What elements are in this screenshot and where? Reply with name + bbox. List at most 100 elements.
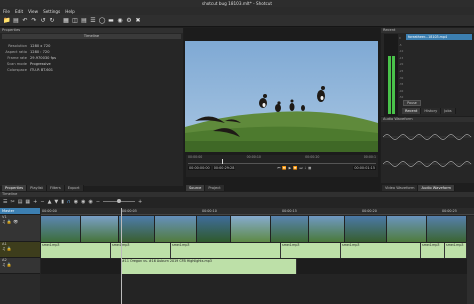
- redo-icon[interactable]: ↻: [48, 17, 56, 25]
- tab-audio-waveform[interactable]: Audio Waveform: [418, 185, 456, 191]
- tab-jobs[interactable]: Jobs: [441, 108, 456, 114]
- track-a1-controls[interactable]: ♫ 🔒: [2, 246, 40, 251]
- track-v1[interactable]: V1 ♫ 🔒 👁: [0, 215, 40, 242]
- v1-clip[interactable]: [119, 216, 155, 242]
- menu-view[interactable]: View: [28, 9, 38, 14]
- v1-clip[interactable]: [197, 216, 231, 242]
- a1-clips: sme4.mp3 sme4.mp3 sme4.mp3 sme4.mp3 sme4…: [41, 243, 467, 258]
- redo-icon[interactable]: ↷: [30, 17, 38, 25]
- timecode-right[interactable]: 00:00:01:15: [353, 166, 376, 170]
- undo-icon[interactable]: ↺: [39, 17, 47, 25]
- fast-forward-icon[interactable]: ⏩: [293, 166, 297, 170]
- tab-video-waveform[interactable]: Video Waveform: [382, 185, 419, 191]
- export-icon[interactable]: ✖: [134, 17, 142, 25]
- menu-help[interactable]: Help: [65, 9, 75, 14]
- playlist-icon[interactable]: ☰: [89, 17, 97, 25]
- tab-properties[interactable]: Properties: [2, 185, 28, 191]
- skip-start-icon[interactable]: ⏮: [277, 166, 280, 170]
- tab-source[interactable]: Source: [186, 185, 206, 191]
- track-v1-controls[interactable]: ♫ 🔒 👁: [2, 219, 40, 224]
- play-icon[interactable]: ▶: [289, 166, 292, 170]
- v1-clip[interactable]: [387, 216, 427, 242]
- recent-tabs: Recent History Jobs: [402, 108, 456, 114]
- timeline-icon[interactable]: ▬: [107, 17, 115, 25]
- a1-clip[interactable]: sme4.mp3: [421, 243, 445, 258]
- a1-clip[interactable]: sme4.mp3: [171, 243, 281, 258]
- v1-clip[interactable]: [81, 216, 119, 242]
- timeline-playhead[interactable]: [121, 208, 122, 304]
- a1-clip[interactable]: sme4.mp3: [341, 243, 421, 258]
- zoom-out-icon[interactable]: −: [96, 199, 100, 205]
- a1-clip[interactable]: sme4.mp3: [111, 243, 171, 258]
- lift-icon[interactable]: ▲: [48, 199, 52, 205]
- menu-file[interactable]: File: [3, 9, 10, 14]
- track-a2[interactable]: A2 ♫ 🔒: [0, 258, 40, 274]
- ripple-icon[interactable]: ◉: [81, 199, 85, 205]
- tab-export[interactable]: Export: [64, 185, 84, 191]
- recent-file-item[interactable]: foreatheer...18103.mp4: [406, 34, 472, 40]
- menu-settings[interactable]: Settings: [43, 9, 60, 14]
- open-icon[interactable]: 📁: [3, 17, 11, 25]
- menu-edit[interactable]: Edit: [15, 9, 23, 14]
- history-icon[interactable]: ◯: [98, 17, 106, 25]
- player-scrubber[interactable]: [188, 159, 376, 164]
- a1-clip[interactable]: sme4.mp3: [445, 243, 467, 258]
- scrub-icon[interactable]: ◉: [74, 199, 78, 205]
- tab-filters[interactable]: Filters: [46, 185, 65, 191]
- tab-project[interactable]: Project: [205, 185, 225, 191]
- meter-right-bar: [392, 56, 395, 114]
- track-a1[interactable]: A1 ♫ 🔒: [0, 242, 40, 258]
- a2-clips: #11 Oregon vs. #16 Auburn 2019 CFB Highl…: [41, 259, 467, 274]
- encode-icon[interactable]: ⚙: [125, 17, 133, 25]
- properties-panel: Properties Timeline Resolution 1280 x 720…: [0, 28, 183, 186]
- toolbar: 📁 ▤ ↶ ↷ ↺ ↻ ▦ ◫ ▤ ☰ ◯ ▬ ◉ ⚙ ✖: [0, 15, 474, 27]
- v1-clip[interactable]: [231, 216, 271, 242]
- split-icon[interactable]: ▮: [61, 199, 64, 205]
- tab-history[interactable]: History: [421, 108, 442, 114]
- ripple-all-icon[interactable]: ◉: [88, 199, 92, 205]
- copy-icon[interactable]: ▤: [18, 199, 23, 205]
- a1-clip[interactable]: sme4.mp3: [281, 243, 341, 258]
- snap-icon[interactable]: ∩: [67, 199, 71, 205]
- volume-icon[interactable]: ♩: [305, 166, 307, 170]
- timeline-scrollbar[interactable]: [467, 216, 474, 304]
- paste-icon[interactable]: ▦: [25, 199, 30, 205]
- skip-end-icon[interactable]: ⏭: [299, 166, 302, 170]
- save-icon[interactable]: ▤: [12, 17, 20, 25]
- menu-icon[interactable]: ☰: [3, 199, 7, 205]
- tab-recent[interactable]: Recent: [402, 108, 422, 114]
- a1-clip[interactable]: sme4.mp3: [41, 243, 111, 258]
- timecode-current[interactable]: 00:00:29:28: [212, 166, 236, 170]
- tab-playlist[interactable]: Playlist: [27, 185, 47, 191]
- pause-button[interactable]: Pause: [403, 100, 421, 106]
- grid-icon[interactable]: ▦: [308, 166, 311, 170]
- overwrite-icon[interactable]: ▼: [54, 199, 58, 205]
- v1-clip[interactable]: [345, 216, 387, 242]
- zoom-slider[interactable]: [103, 199, 136, 203]
- rewind-icon[interactable]: ⏪: [282, 166, 286, 170]
- track-master[interactable]: Master: [0, 208, 40, 215]
- remove-icon[interactable]: −: [40, 199, 44, 205]
- zoom-in-icon[interactable]: +: [138, 199, 142, 205]
- v1-clip[interactable]: [155, 216, 197, 242]
- v1-clip[interactable]: [271, 216, 309, 242]
- timecode-left[interactable]: 00:00:00:00: [188, 166, 211, 170]
- recent-icon[interactable]: ▤: [80, 17, 88, 25]
- recent-header: Recent: [381, 28, 474, 33]
- v1-clip[interactable]: [41, 216, 81, 242]
- track-a2-controls[interactable]: ♫ 🔒: [2, 262, 40, 267]
- waveform-scope: [382, 134, 472, 167]
- window-title: shotcut bug 18103.mlt* - Shotcut: [0, 0, 474, 7]
- append-icon[interactable]: +: [33, 199, 37, 205]
- v1-clip[interactable]: [427, 216, 467, 242]
- filters-icon[interactable]: ◉: [116, 17, 124, 25]
- v1-clip[interactable]: [309, 216, 345, 242]
- undo-icon[interactable]: ↶: [21, 17, 29, 25]
- cut-icon[interactable]: ✂: [10, 199, 14, 205]
- player-playhead[interactable]: [222, 159, 223, 164]
- peak-meter-icon[interactable]: ▦: [62, 17, 70, 25]
- properties-icon[interactable]: ◫: [71, 17, 79, 25]
- a2-clip[interactable]: #11 Oregon vs. #16 Auburn 2019 CFB Highl…: [121, 259, 297, 274]
- prop-colorspace: Colorspace ITU-R BT.601: [7, 68, 54, 72]
- timeline-ruler[interactable]: 00:00:00 00:00:05 00:00:10 00:00:15 00:0…: [41, 208, 474, 215]
